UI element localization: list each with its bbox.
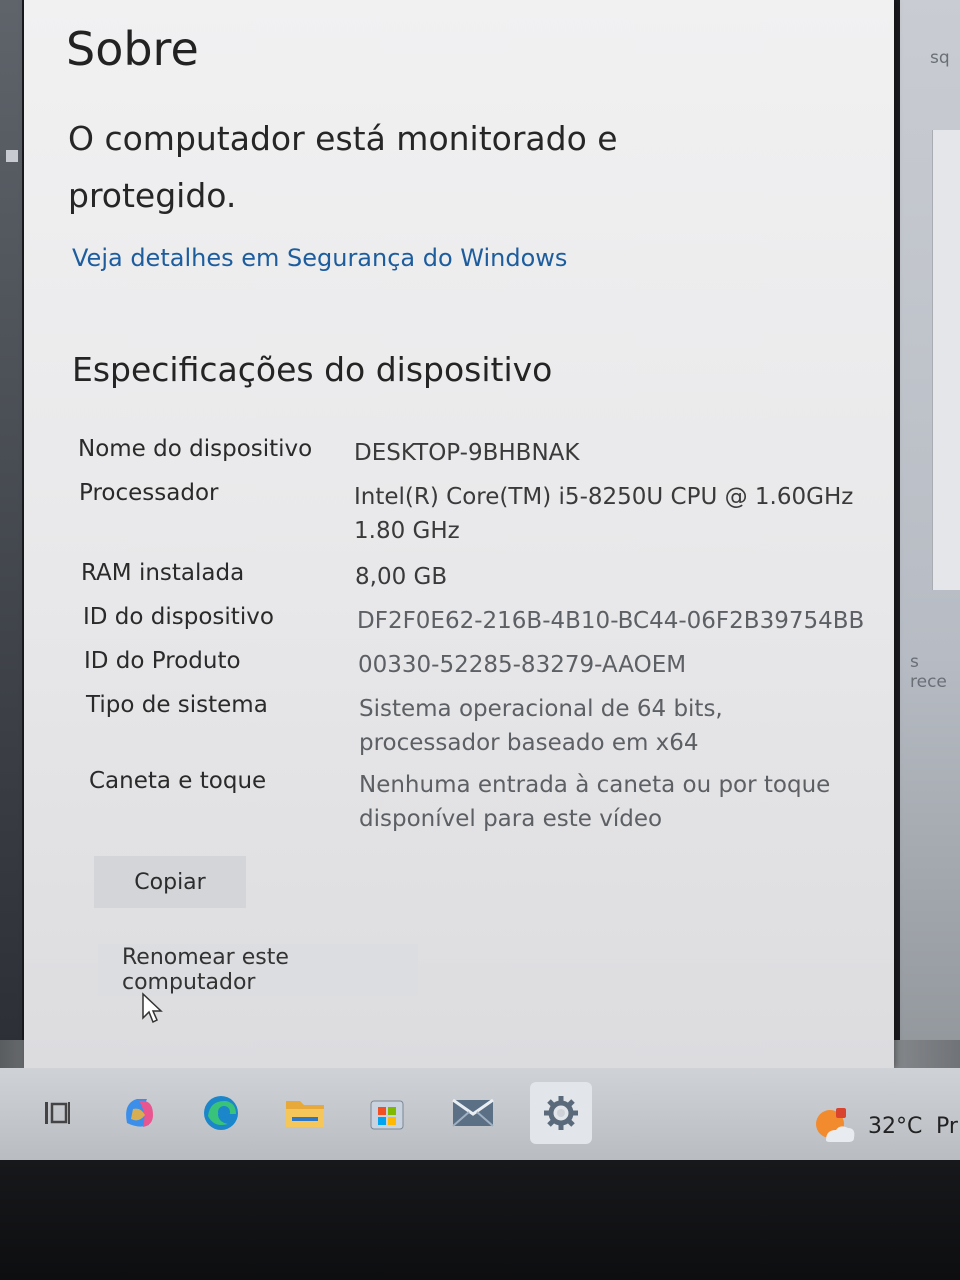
security-status-message: O computador está monitorado e protegido… [68, 119, 618, 215]
spec-value: 8,00 GB [355, 564, 448, 590]
background-desktop-left [0, 0, 22, 1090]
copilot-icon[interactable] [108, 1082, 170, 1144]
device-specs-heading: Especificações do dispositivo [72, 350, 553, 389]
background-text-fragment: s rece [910, 652, 947, 692]
spec-value: DESKTOP-9BHBNAK [354, 440, 580, 466]
tray-text-fragment: Pr [936, 1114, 958, 1139]
spec-label: ID do dispositivo [83, 604, 274, 630]
windows-security-link[interactable]: Veja detalhes em Segurança do Windows [72, 244, 567, 272]
mouse-cursor-icon [142, 992, 163, 1024]
spec-label: Nome do dispositivo [78, 436, 313, 462]
background-text-fragment: sq [930, 48, 950, 68]
page-title: Sobre [66, 22, 199, 76]
file-explorer-icon[interactable] [274, 1082, 336, 1144]
spec-value: 00330-52285-83279-AAOEM [358, 652, 687, 678]
spec-label: Tipo de sistema [86, 692, 268, 718]
taskbar: 32°C Pr [0, 1068, 960, 1160]
weather-temperature[interactable]: 32°C [868, 1114, 922, 1139]
background-panel [932, 130, 960, 590]
mail-icon[interactable] [442, 1082, 504, 1144]
spec-label: Processador [79, 480, 219, 506]
settings-icon[interactable] [530, 1082, 592, 1144]
background-window-right: sq s rece [900, 0, 960, 1090]
edge-icon[interactable] [190, 1082, 252, 1144]
background-element [6, 150, 18, 162]
settings-window: Sobre O computador está monitorado e pro… [24, 0, 894, 1068]
microsoft-store-icon[interactable] [356, 1082, 418, 1144]
spec-value: Intel(R) Core(TM) i5-8250U CPU @ 1.60GHz… [354, 484, 854, 544]
spec-label: Caneta e toque [89, 768, 267, 794]
spec-value: Sistema operacional de 64 bits, processa… [359, 696, 723, 756]
spec-label: ID do Produto [84, 648, 241, 674]
monitor-bezel [0, 1160, 960, 1280]
task-view-icon[interactable] [26, 1082, 88, 1144]
weather-icon[interactable] [812, 1106, 856, 1150]
spec-value: DF2F0E62-216B-4B10-BC44-06F2B39754BB [357, 608, 865, 634]
spec-value: Nenhuma entrada à caneta ou por toque di… [359, 772, 831, 832]
rename-pc-button[interactable]: Renomear este computador [98, 944, 418, 996]
spec-label: RAM instalada [81, 560, 245, 586]
copy-button[interactable]: Copiar [94, 856, 246, 908]
